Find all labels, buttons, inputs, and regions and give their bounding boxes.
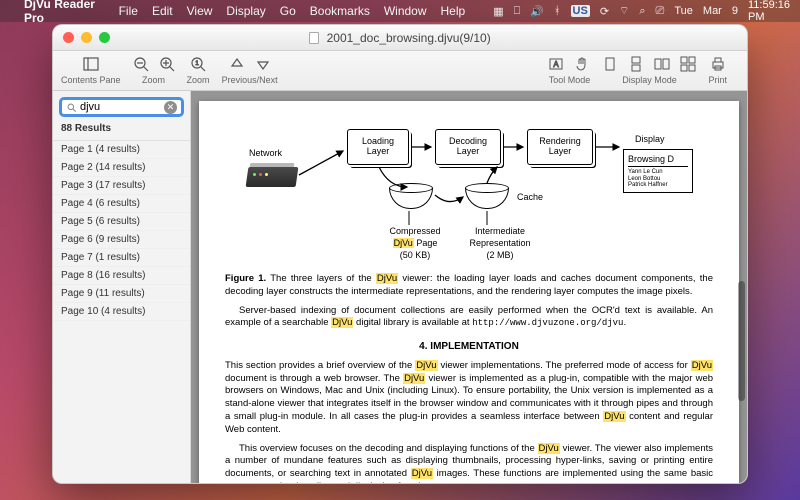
search-result-row[interactable]: Page 4 (6 results): [53, 195, 190, 213]
result-count: 88 Results: [53, 123, 190, 141]
toolbar: Contents Pane Zoom 1 Zoom Previous/Next …: [53, 51, 747, 91]
clock-date: 9: [732, 5, 738, 17]
fig-label-compressed: Compressed DjVu Page (50 KB): [375, 225, 455, 261]
page-down-icon[interactable]: [255, 56, 271, 72]
scrollbar-thumb[interactable]: [738, 281, 745, 401]
document-viewport[interactable]: Network Loading Layer Decoding Layer Ren…: [191, 91, 747, 483]
section-heading: 4. IMPLEMENTATION: [225, 340, 713, 354]
text-select-icon[interactable]: A: [548, 56, 564, 72]
app-window: 2001_doc_browsing.djvu(9/10) Contents Pa…: [52, 24, 748, 484]
updates-icon[interactable]: ⟳: [600, 5, 609, 18]
search-field[interactable]: ✕: [59, 97, 184, 117]
zoom-in-icon[interactable]: [159, 56, 175, 72]
menu-help[interactable]: Help: [441, 4, 466, 18]
menu-bookmarks[interactable]: Bookmarks: [310, 4, 370, 18]
app-menu[interactable]: DjVu Reader Pro: [24, 0, 105, 25]
tool-prev-next[interactable]: Previous/Next: [222, 54, 278, 85]
tool-zoom-fit[interactable]: 1 Zoom: [187, 54, 210, 85]
menuextra-icon[interactable]: ▦: [493, 5, 503, 18]
page: Network Loading Layer Decoding Layer Ren…: [199, 101, 739, 483]
search-result-row[interactable]: Page 5 (6 results): [53, 213, 190, 231]
zoom-out-icon[interactable]: [133, 56, 149, 72]
search-result-row[interactable]: Page 6 (9 results): [53, 231, 190, 249]
menu-view[interactable]: View: [187, 4, 213, 18]
page-up-icon[interactable]: [229, 56, 245, 72]
paragraph: This overview focuses on the decoding an…: [225, 443, 713, 483]
continuous-icon[interactable]: [628, 56, 644, 72]
wifi-icon[interactable]: ⌔: [619, 4, 629, 18]
clear-search-button[interactable]: ✕: [164, 101, 177, 114]
menubar-status: ▦ ⎕ 🔊 ᚼ US ⟳ ⌔ ⌕ ⎚ Tue Mar 9 11:59:16 PM: [493, 0, 790, 23]
search-result-row[interactable]: Page 2 (14 results): [53, 159, 190, 177]
spotlight-icon[interactable]: ⌕: [639, 5, 645, 18]
menu-edit[interactable]: Edit: [152, 4, 173, 18]
scrollbar[interactable]: [738, 101, 745, 473]
window-title-text: 2001_doc_browsing.djvu(9/10): [327, 31, 491, 45]
search-result-row[interactable]: Page 9 (11 results): [53, 285, 190, 303]
search-result-row[interactable]: Page 10 (4 results): [53, 303, 190, 321]
menu-file[interactable]: File: [119, 4, 138, 18]
search-icon: [66, 102, 77, 113]
search-result-row[interactable]: Page 8 (16 results): [53, 267, 190, 285]
two-continuous-icon[interactable]: [680, 56, 696, 72]
paragraph: Server-based indexing of document collec…: [225, 305, 713, 331]
svg-text:A: A: [554, 60, 560, 69]
tool-display-mode[interactable]: Display Mode: [602, 54, 696, 85]
tool-zoom-out-in[interactable]: Zoom: [133, 54, 175, 85]
window-title: 2001_doc_browsing.djvu(9/10): [53, 31, 747, 45]
bluetooth-icon[interactable]: ᚼ: [554, 5, 561, 17]
search-sidebar: ✕ 88 Results Page 1 (4 results) Page 2 (…: [53, 91, 191, 483]
menu-go[interactable]: Go: [280, 4, 296, 18]
search-result-row[interactable]: Page 1 (4 results): [53, 141, 190, 159]
tool-print[interactable]: Print: [708, 54, 727, 85]
tool-mode[interactable]: A Tool Mode: [548, 54, 590, 85]
tool-contents-pane[interactable]: Contents Pane: [61, 54, 121, 85]
control-center-icon[interactable]: ⎚: [656, 5, 665, 18]
menu-display[interactable]: Display: [226, 4, 265, 18]
sidebar-icon: [83, 56, 99, 72]
input-lang[interactable]: US: [571, 5, 590, 17]
volume-icon[interactable]: 🔊: [530, 5, 544, 18]
menu-window[interactable]: Window: [384, 4, 427, 18]
menubar-menus: File Edit View Display Go Bookmarks Wind…: [119, 4, 466, 18]
macos-menubar: DjVu Reader Pro File Edit View Display G…: [0, 0, 800, 22]
figure-caption: Figure 1. The three layers of the DjVu v…: [225, 273, 713, 299]
two-page-icon[interactable]: [654, 56, 670, 72]
titlebar[interactable]: 2001_doc_browsing.djvu(9/10): [53, 25, 747, 51]
search-results-list[interactable]: Page 1 (4 results) Page 2 (14 results) P…: [53, 141, 190, 483]
search-input[interactable]: [77, 101, 164, 113]
print-icon[interactable]: [710, 56, 726, 72]
fig-label-intermediate: Intermediate Representation (2 MB): [455, 225, 545, 261]
document-proxy-icon[interactable]: [309, 32, 319, 44]
hand-tool-icon[interactable]: [574, 56, 590, 72]
zoom-fit-icon[interactable]: 1: [190, 56, 206, 72]
paragraph: This section provides a brief overview o…: [225, 360, 713, 437]
search-result-row[interactable]: Page 3 (17 results): [53, 177, 190, 195]
clock-day[interactable]: Tue: [674, 5, 693, 17]
clock-time: 11:59:16 PM: [748, 0, 790, 23]
single-page-icon[interactable]: [602, 56, 618, 72]
clock-mon: Mar: [703, 5, 722, 17]
svg-text:1: 1: [195, 61, 199, 67]
figure-1: Network Loading Layer Decoding Layer Ren…: [239, 117, 699, 267]
battery-icon[interactable]: ⎕: [514, 5, 521, 18]
search-result-row[interactable]: Page 7 (1 results): [53, 249, 190, 267]
